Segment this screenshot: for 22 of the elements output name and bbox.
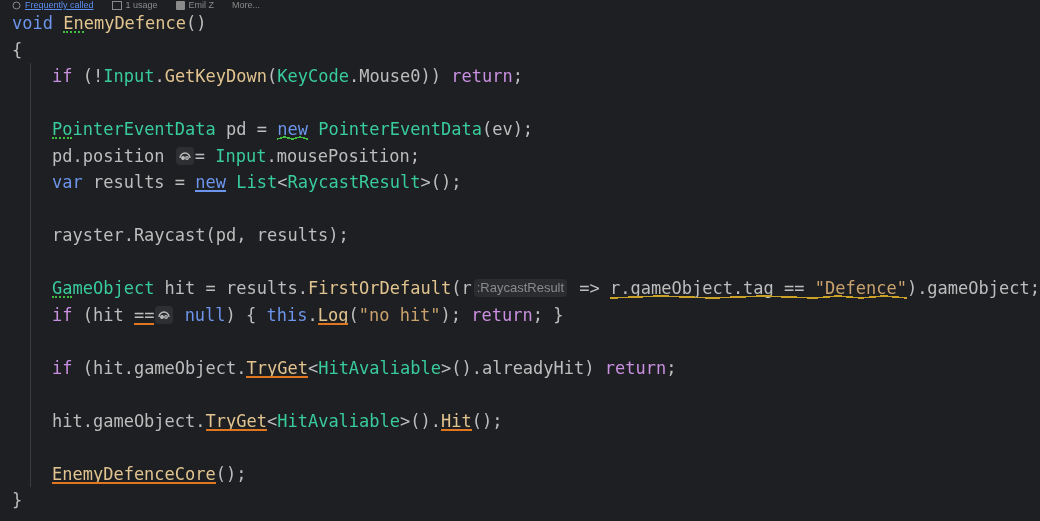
- code-text: {: [12, 38, 23, 62]
- code-text: if (hit ==: [52, 303, 155, 327]
- code-text: pd.position: [52, 144, 166, 168]
- code-text: PointerEventData pd = new PointerEventData(ev);: [52, 118, 534, 142]
- code-text: hit.gameObject.TryGet<HitAvaliable>().Hit();: [52, 409, 503, 433]
- code-text: = Input.mousePosition;: [194, 144, 421, 168]
- inlay-icon[interactable]: [155, 305, 174, 324]
- code-vision-link[interactable]: Frequently called: [25, 0, 94, 10]
- inlay-icon[interactable]: [175, 146, 194, 165]
- code-text: if (hit.gameObject.TryGet<HitAvaliable>().alreadyHit) return;: [52, 356, 677, 380]
- code-text: rayster.Raycast(pd, results);: [52, 224, 349, 247]
- code-vision-text: 1 usage: [125, 0, 158, 10]
- type-hint: :RaycastResult: [473, 279, 568, 298]
- code-text: void EnemyDefence(): [12, 12, 207, 35]
- code-text: }: [12, 489, 23, 512]
- code-vision-text[interactable]: More...: [232, 0, 261, 10]
- code-text: var results = new List<RaycastResult>();: [52, 171, 462, 194]
- code-text: EnemyDefenceCore();: [52, 462, 247, 486]
- code-text: => r.gameObject.tag == "Defence").gameObject;: [578, 277, 1040, 301]
- code-text: if (!Input.GetKeyDown(KeyCode.Mouse0)) return;: [52, 65, 523, 88]
- code-text: GameObject hit = results.FirstOrDefault(r: [52, 277, 472, 300]
- code-vision-text: Emil Z: [188, 0, 215, 10]
